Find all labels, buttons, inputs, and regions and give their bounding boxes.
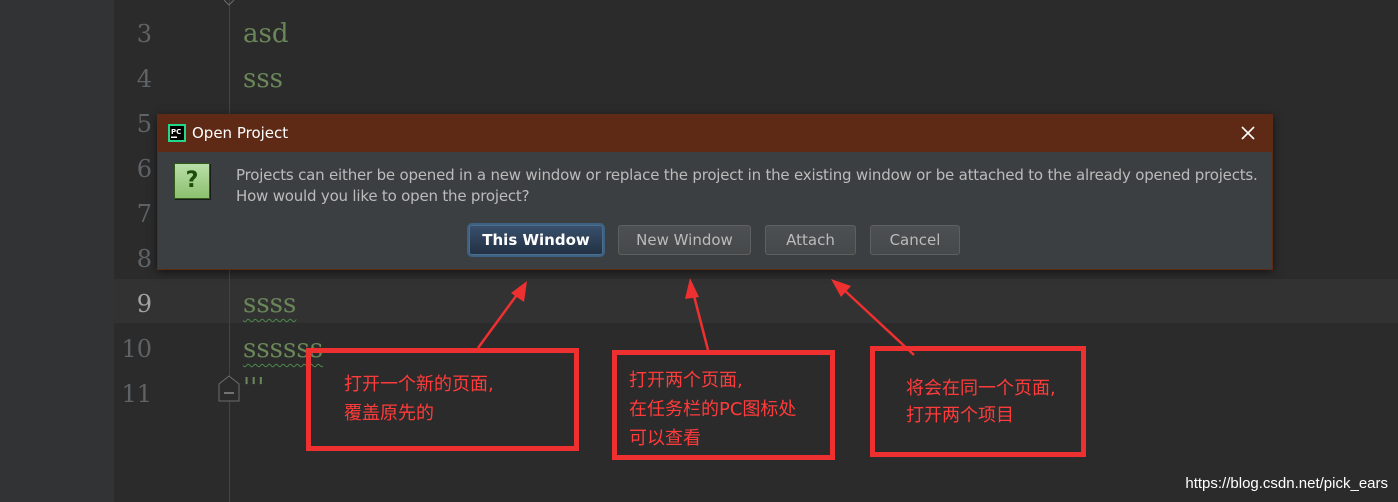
annotation-text: 打开两个项目 [906, 405, 1014, 426]
annotation-arrow-attach [831, 279, 915, 356]
annotation-text: 可以查看 [629, 428, 701, 449]
annotation-text: 在任务栏的PC图标处 [629, 399, 797, 420]
annotation-arrow-new-window [685, 278, 710, 351]
annotation-arrow-this-window [476, 281, 527, 349]
annotation-text: 打开两个页面, [629, 370, 743, 391]
annotation-text: 将会在同一个页面, [906, 378, 1056, 399]
watermark: https://blog.csdn.net/pick_ears [1185, 475, 1388, 492]
annotation-text: 打开一个新的页面, [344, 374, 494, 395]
annotation-text: 覆盖原先的 [344, 403, 434, 424]
